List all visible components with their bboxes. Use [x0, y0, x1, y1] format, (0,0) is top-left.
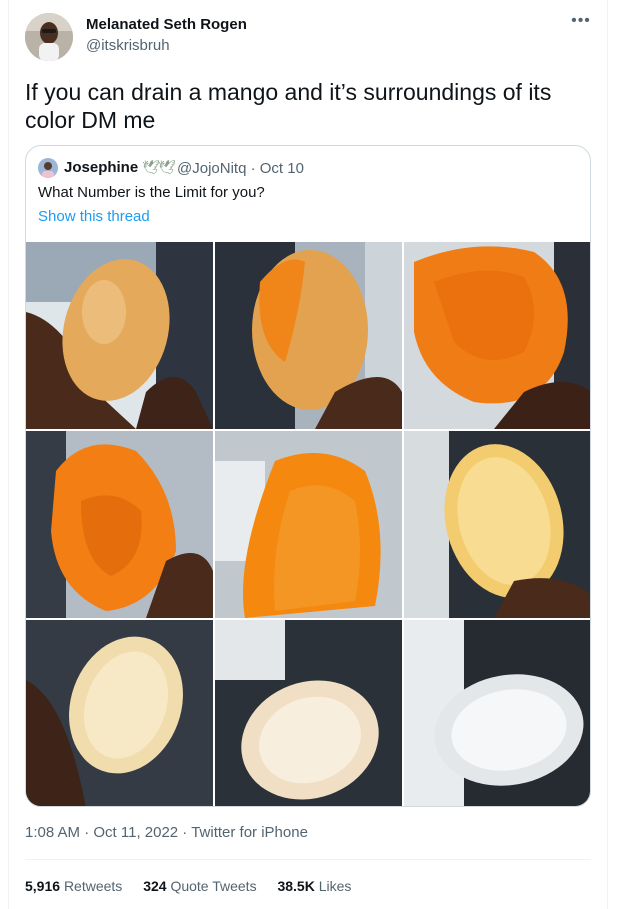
- quoted-tweet[interactable]: Josephine 🕊 🕊 @JojoNitq · Oct 10 What Nu…: [25, 145, 591, 807]
- author-avatar[interactable]: [25, 13, 73, 61]
- tweet-timestamp[interactable]: 1:08 AM · Oct 11, 2022 · Twitter for iPh…: [25, 824, 308, 841]
- retweets-stat[interactable]: 5,916 Retweets: [25, 878, 122, 894]
- retweets-count: 5,916: [25, 878, 61, 894]
- dove-emoji: 🕊: [158, 159, 176, 175]
- quote-text: What Number is the Limit for you?: [38, 184, 265, 201]
- likes-stat[interactable]: 38.5K Likes: [277, 878, 351, 894]
- show-thread-link[interactable]: Show this thread: [38, 208, 150, 225]
- media-grid[interactable]: [26, 242, 590, 806]
- quote-author-name[interactable]: Josephine: [64, 159, 138, 176]
- author-name[interactable]: Melanated Seth Rogen: [86, 16, 247, 33]
- mango-photo[interactable]: [215, 242, 402, 429]
- mango-photo[interactable]: [215, 620, 402, 806]
- more-horizontal-icon[interactable]: •••: [568, 13, 594, 34]
- likes-label: Likes: [318, 878, 352, 894]
- mango-photo[interactable]: [26, 242, 213, 429]
- likes-count: 38.5K: [277, 878, 315, 894]
- quote-avatar[interactable]: [38, 158, 58, 178]
- author-handle[interactable]: @itskrisbruh: [86, 37, 170, 54]
- mango-photo[interactable]: [26, 620, 213, 806]
- engagement-stats: 5,916 Retweets 324 Quote Tweets 38.5K Li…: [25, 878, 368, 894]
- mango-photo[interactable]: [404, 431, 590, 618]
- tweet-text: If you can drain a mango and it’s surrou…: [25, 79, 552, 133]
- mango-photo[interactable]: [404, 242, 590, 429]
- quote-tweets-stat[interactable]: 324 Quote Tweets: [143, 878, 256, 894]
- quote-tweets-label: Quote Tweets: [170, 878, 257, 894]
- mango-photo[interactable]: [26, 431, 213, 618]
- quote-tweets-count: 324: [143, 878, 167, 894]
- mango-photo[interactable]: [215, 431, 402, 618]
- quote-handle-date[interactable]: @JojoNitq · Oct 10: [177, 160, 304, 177]
- divider: [25, 859, 591, 860]
- mango-photo[interactable]: [404, 620, 590, 806]
- retweets-label: Retweets: [63, 878, 123, 894]
